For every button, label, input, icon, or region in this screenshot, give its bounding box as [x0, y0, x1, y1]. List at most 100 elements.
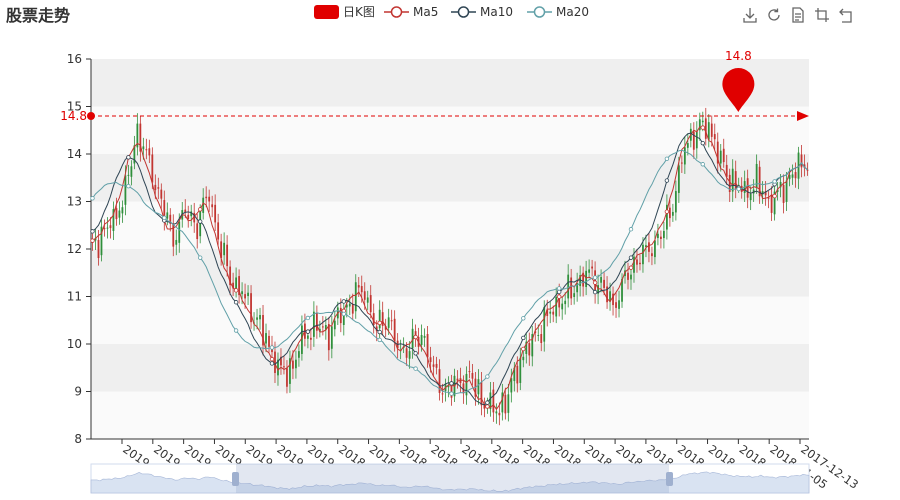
data-view-icon[interactable]	[790, 7, 806, 23]
series-point-ma20	[341, 311, 346, 317]
zoom-preview	[90, 471, 810, 494]
candle-body	[716, 141, 719, 164]
series-point-ma5	[305, 329, 311, 334]
y-tick-label: 13	[67, 195, 82, 209]
series-point-ma10	[664, 178, 670, 183]
candle-body	[728, 174, 731, 192]
download-icon[interactable]	[742, 7, 758, 23]
series-point-ma5	[449, 382, 454, 387]
candle-body	[504, 394, 507, 414]
candle-body	[800, 154, 803, 168]
zoom-icon[interactable]	[814, 7, 830, 23]
candle-body	[259, 315, 261, 320]
candle-body	[393, 318, 396, 342]
series-point-ma5	[341, 308, 346, 314]
x-tick-label: 2018-01-05	[767, 442, 830, 492]
legend-item-kline[interactable]: 日K图	[314, 5, 375, 19]
candle-body	[486, 406, 489, 408]
candle-body	[462, 383, 465, 394]
candle-body	[573, 293, 576, 297]
y-tick-label: 11	[67, 290, 82, 304]
series-point-ma10	[233, 300, 239, 305]
series-point-ma5	[628, 265, 634, 270]
candle-body	[148, 148, 151, 156]
y-tick-label: 9	[74, 385, 82, 399]
candle-body	[187, 214, 190, 220]
legend-item-ma5[interactable]: Ma5	[384, 5, 438, 19]
candle-body	[411, 328, 414, 349]
candle-body	[489, 392, 492, 410]
x-tick-label: 2018-06-26	[552, 442, 615, 492]
x-tick-label: 2018-11-15	[367, 442, 430, 492]
candle-body	[660, 236, 662, 240]
candle-body	[564, 300, 567, 305]
candle-body	[160, 189, 163, 199]
candle-body	[396, 340, 399, 349]
candle-body	[426, 334, 429, 358]
candle-body	[250, 293, 252, 323]
candle-body	[402, 346, 405, 348]
candle-body	[600, 277, 602, 283]
refresh-icon[interactable]	[766, 7, 782, 23]
candle-body	[483, 403, 486, 409]
candle-body	[480, 382, 483, 406]
series-point-ma10	[772, 182, 777, 187]
candle-body	[770, 195, 773, 213]
candle-body	[178, 221, 181, 243]
candle-body	[609, 291, 611, 302]
zoom-window[interactable]	[236, 464, 669, 493]
candle-body	[624, 270, 626, 277]
x-tick-label: 2018-06-01	[583, 442, 646, 492]
series-point-ma10	[269, 361, 275, 366]
candle-body	[408, 351, 411, 359]
candle-body	[97, 239, 100, 259]
candle-body	[657, 233, 659, 239]
candle-body	[579, 275, 582, 287]
candle-body	[495, 411, 498, 414]
candle-body	[133, 145, 136, 164]
legend-marker-ma5	[390, 6, 403, 18]
candle-body	[351, 304, 354, 314]
candle-body	[755, 163, 758, 188]
candle-body	[707, 122, 710, 140]
candle-body	[106, 227, 109, 229]
zoom-reset-icon[interactable]	[838, 7, 854, 23]
candle-body	[597, 285, 599, 294]
candle-body	[205, 196, 208, 199]
candle-body	[633, 256, 635, 273]
candle-body	[474, 378, 477, 397]
candle-body	[746, 178, 749, 198]
candle-body	[226, 244, 229, 267]
candle-body	[761, 191, 764, 195]
series-point-ma10	[556, 289, 562, 295]
candle-body	[214, 204, 217, 223]
mark-line-arrow	[797, 111, 809, 121]
candle-body	[271, 345, 273, 353]
candle-body	[318, 328, 321, 332]
series-point-ma10	[736, 185, 741, 190]
candle-body	[289, 358, 291, 384]
zoom-handle-left[interactable]	[232, 472, 239, 486]
candle-body	[749, 193, 752, 201]
candle-body	[241, 291, 243, 295]
candle-body	[668, 207, 671, 219]
series-point-ma20	[197, 255, 203, 260]
legend-item-ma20[interactable]: Ma20	[527, 5, 589, 19]
candle-body	[516, 365, 519, 384]
candle-body	[636, 259, 638, 265]
candle-body	[639, 262, 641, 265]
legend-marker-ma20	[533, 6, 546, 18]
zoom-handle-right[interactable]	[666, 472, 673, 486]
legend-label-ma10: Ma10	[480, 5, 513, 19]
series-point-ma20	[700, 162, 705, 167]
candle-body	[558, 294, 561, 308]
grid-band	[91, 296, 809, 344]
series-line-ma5	[92, 126, 808, 411]
series-point-ma20	[664, 156, 670, 161]
series-line-ma20	[92, 149, 808, 395]
candle-body	[417, 336, 420, 347]
candle-body	[139, 123, 142, 152]
candle-body	[567, 274, 570, 299]
zoom-track[interactable]	[90, 463, 810, 494]
legend-item-ma10[interactable]: Ma10	[451, 5, 513, 19]
